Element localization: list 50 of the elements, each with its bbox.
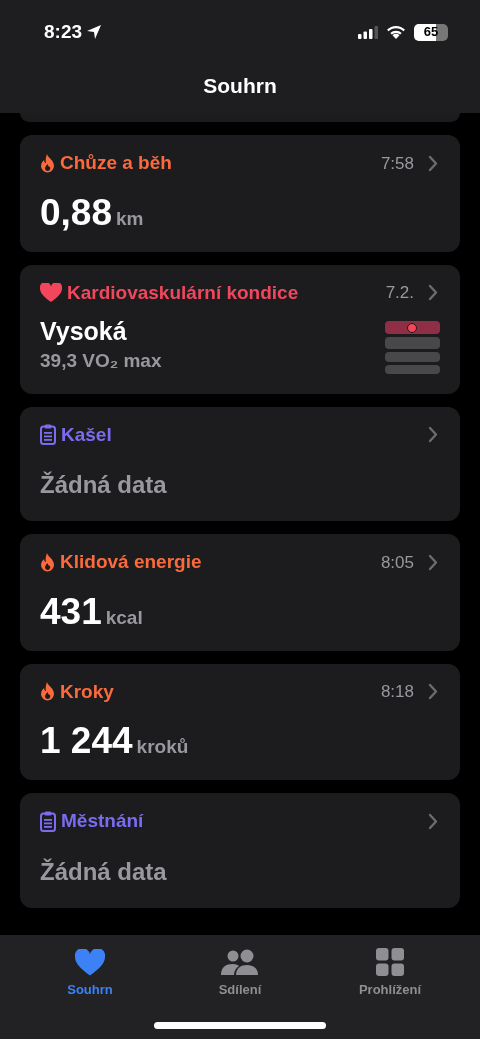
chevron-right-icon (428, 284, 438, 302)
tab[interactable]: Prohlížení (340, 947, 440, 1000)
summary-card[interactable]: Kašel Žádná data (20, 406, 460, 521)
summary-card[interactable]: Kardiovaskulární kondice 7.2. Vysoká 39,3 VO₂ max (20, 264, 460, 394)
clipboard-icon (40, 810, 56, 832)
metric-value: 1 244 (40, 720, 133, 762)
status-time: 8:23 (44, 19, 83, 44)
card-title: Kardiovaskulární kondice (67, 280, 299, 305)
location-arrow-icon (86, 24, 103, 40)
grid-icon (376, 948, 404, 976)
vo2-max-reading: 39,3 VO₂ max (40, 349, 162, 373)
chevron-right-icon (428, 683, 438, 701)
no-data-text: Žádná data (40, 857, 167, 885)
card-time: 7:58 (380, 152, 414, 175)
card-title: Klidová energie (60, 550, 202, 574)
chevron-right-icon (428, 154, 438, 172)
summary-card[interactable]: Chůze a běh 7:58 0,88 km (20, 135, 460, 252)
clipboard-icon (40, 424, 56, 446)
card-title: Chůze a běh (60, 151, 172, 175)
flame-icon (40, 682, 55, 702)
flame-icon (40, 153, 55, 173)
metric-value: 431 (40, 590, 102, 633)
summary-card[interactable]: Kroky 8:18 1 244 kroků (20, 663, 460, 780)
summary-card[interactable]: Městnání Žádná data (20, 793, 460, 908)
card-time: 8:18 (380, 681, 414, 703)
battery-indicator: 65 (414, 23, 448, 41)
chevron-right-icon (428, 812, 438, 830)
metric-unit: kroků (136, 735, 189, 759)
metric-unit: kcal (105, 605, 143, 630)
signal-icon (358, 25, 378, 39)
card-time: 7.2. (385, 282, 414, 304)
card-title: Městnání (61, 809, 144, 833)
metric-unit: km (116, 206, 144, 231)
no-data-text: Žádná data (40, 471, 167, 498)
summary-card[interactable]: Klidová energie 8:05 431 kcal (20, 534, 460, 651)
chevron-right-icon (428, 553, 438, 571)
fitness-level: Vysoká (40, 316, 128, 347)
card-title: Kroky (60, 679, 114, 704)
card-time: 8:05 (380, 551, 414, 574)
wifi-icon (386, 25, 406, 39)
people-icon (220, 948, 260, 976)
heart-icon (40, 283, 62, 303)
metric-value: 0,88 (40, 191, 112, 234)
page-title: Souhrn (203, 72, 277, 99)
heart-icon (75, 948, 105, 976)
tab[interactable]: Sdílení (190, 947, 290, 1000)
chevron-right-icon (428, 426, 438, 444)
flame-icon (40, 552, 55, 572)
card-title: Kašel (61, 422, 112, 447)
tab[interactable]: Souhrn (40, 947, 140, 1000)
